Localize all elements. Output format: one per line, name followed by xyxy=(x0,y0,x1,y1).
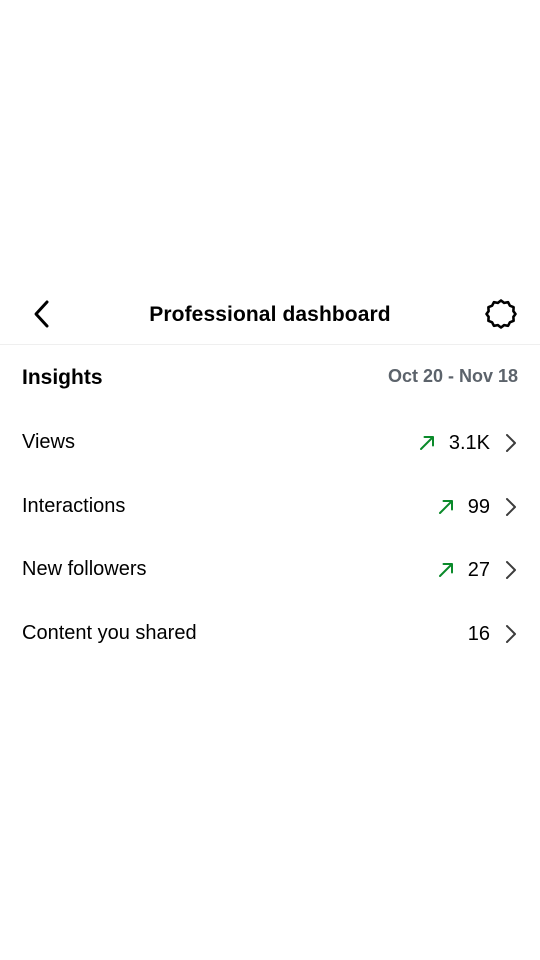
metric-label: Interactions xyxy=(22,495,126,517)
metric-row-content-you-shared[interactable]: Content you shared 16 xyxy=(0,606,540,662)
trend-up-icon xyxy=(417,433,437,453)
insights-header: Insights Oct 20 - Nov 18 xyxy=(22,362,518,398)
settings-button[interactable] xyxy=(482,297,520,335)
metric-value: 27 xyxy=(467,558,490,581)
metric-value: 99 xyxy=(467,495,490,518)
metric-value: 16 xyxy=(467,622,490,645)
metric-label: Content you shared xyxy=(22,622,197,644)
metric-right: 99 xyxy=(436,493,518,521)
metric-row-interactions[interactable]: Interactions 99 xyxy=(0,479,540,535)
header-bar: Professional dashboard xyxy=(0,286,540,345)
metric-row-new-followers[interactable]: New followers 27 xyxy=(0,542,540,598)
chevron-right-icon xyxy=(504,559,518,581)
metric-label: Views xyxy=(22,431,75,453)
date-range-button[interactable]: Oct 20 - Nov 18 xyxy=(388,366,518,387)
metric-value: 3.1K xyxy=(448,431,490,454)
chevron-right-icon xyxy=(504,432,518,454)
metric-label: New followers xyxy=(22,558,147,580)
gear-icon xyxy=(484,297,518,336)
metric-row-views[interactable]: Views 3.1K xyxy=(0,415,540,471)
trend-up-icon xyxy=(436,560,456,580)
metric-right: 3.1K xyxy=(417,429,518,457)
metric-right: 16 xyxy=(468,620,518,648)
insights-title: Insights xyxy=(22,366,103,389)
chevron-right-icon xyxy=(504,496,518,518)
chevron-right-icon xyxy=(504,623,518,645)
metric-right: 27 xyxy=(436,556,518,584)
trend-up-icon xyxy=(436,497,456,517)
page-title: Professional dashboard xyxy=(149,303,391,326)
